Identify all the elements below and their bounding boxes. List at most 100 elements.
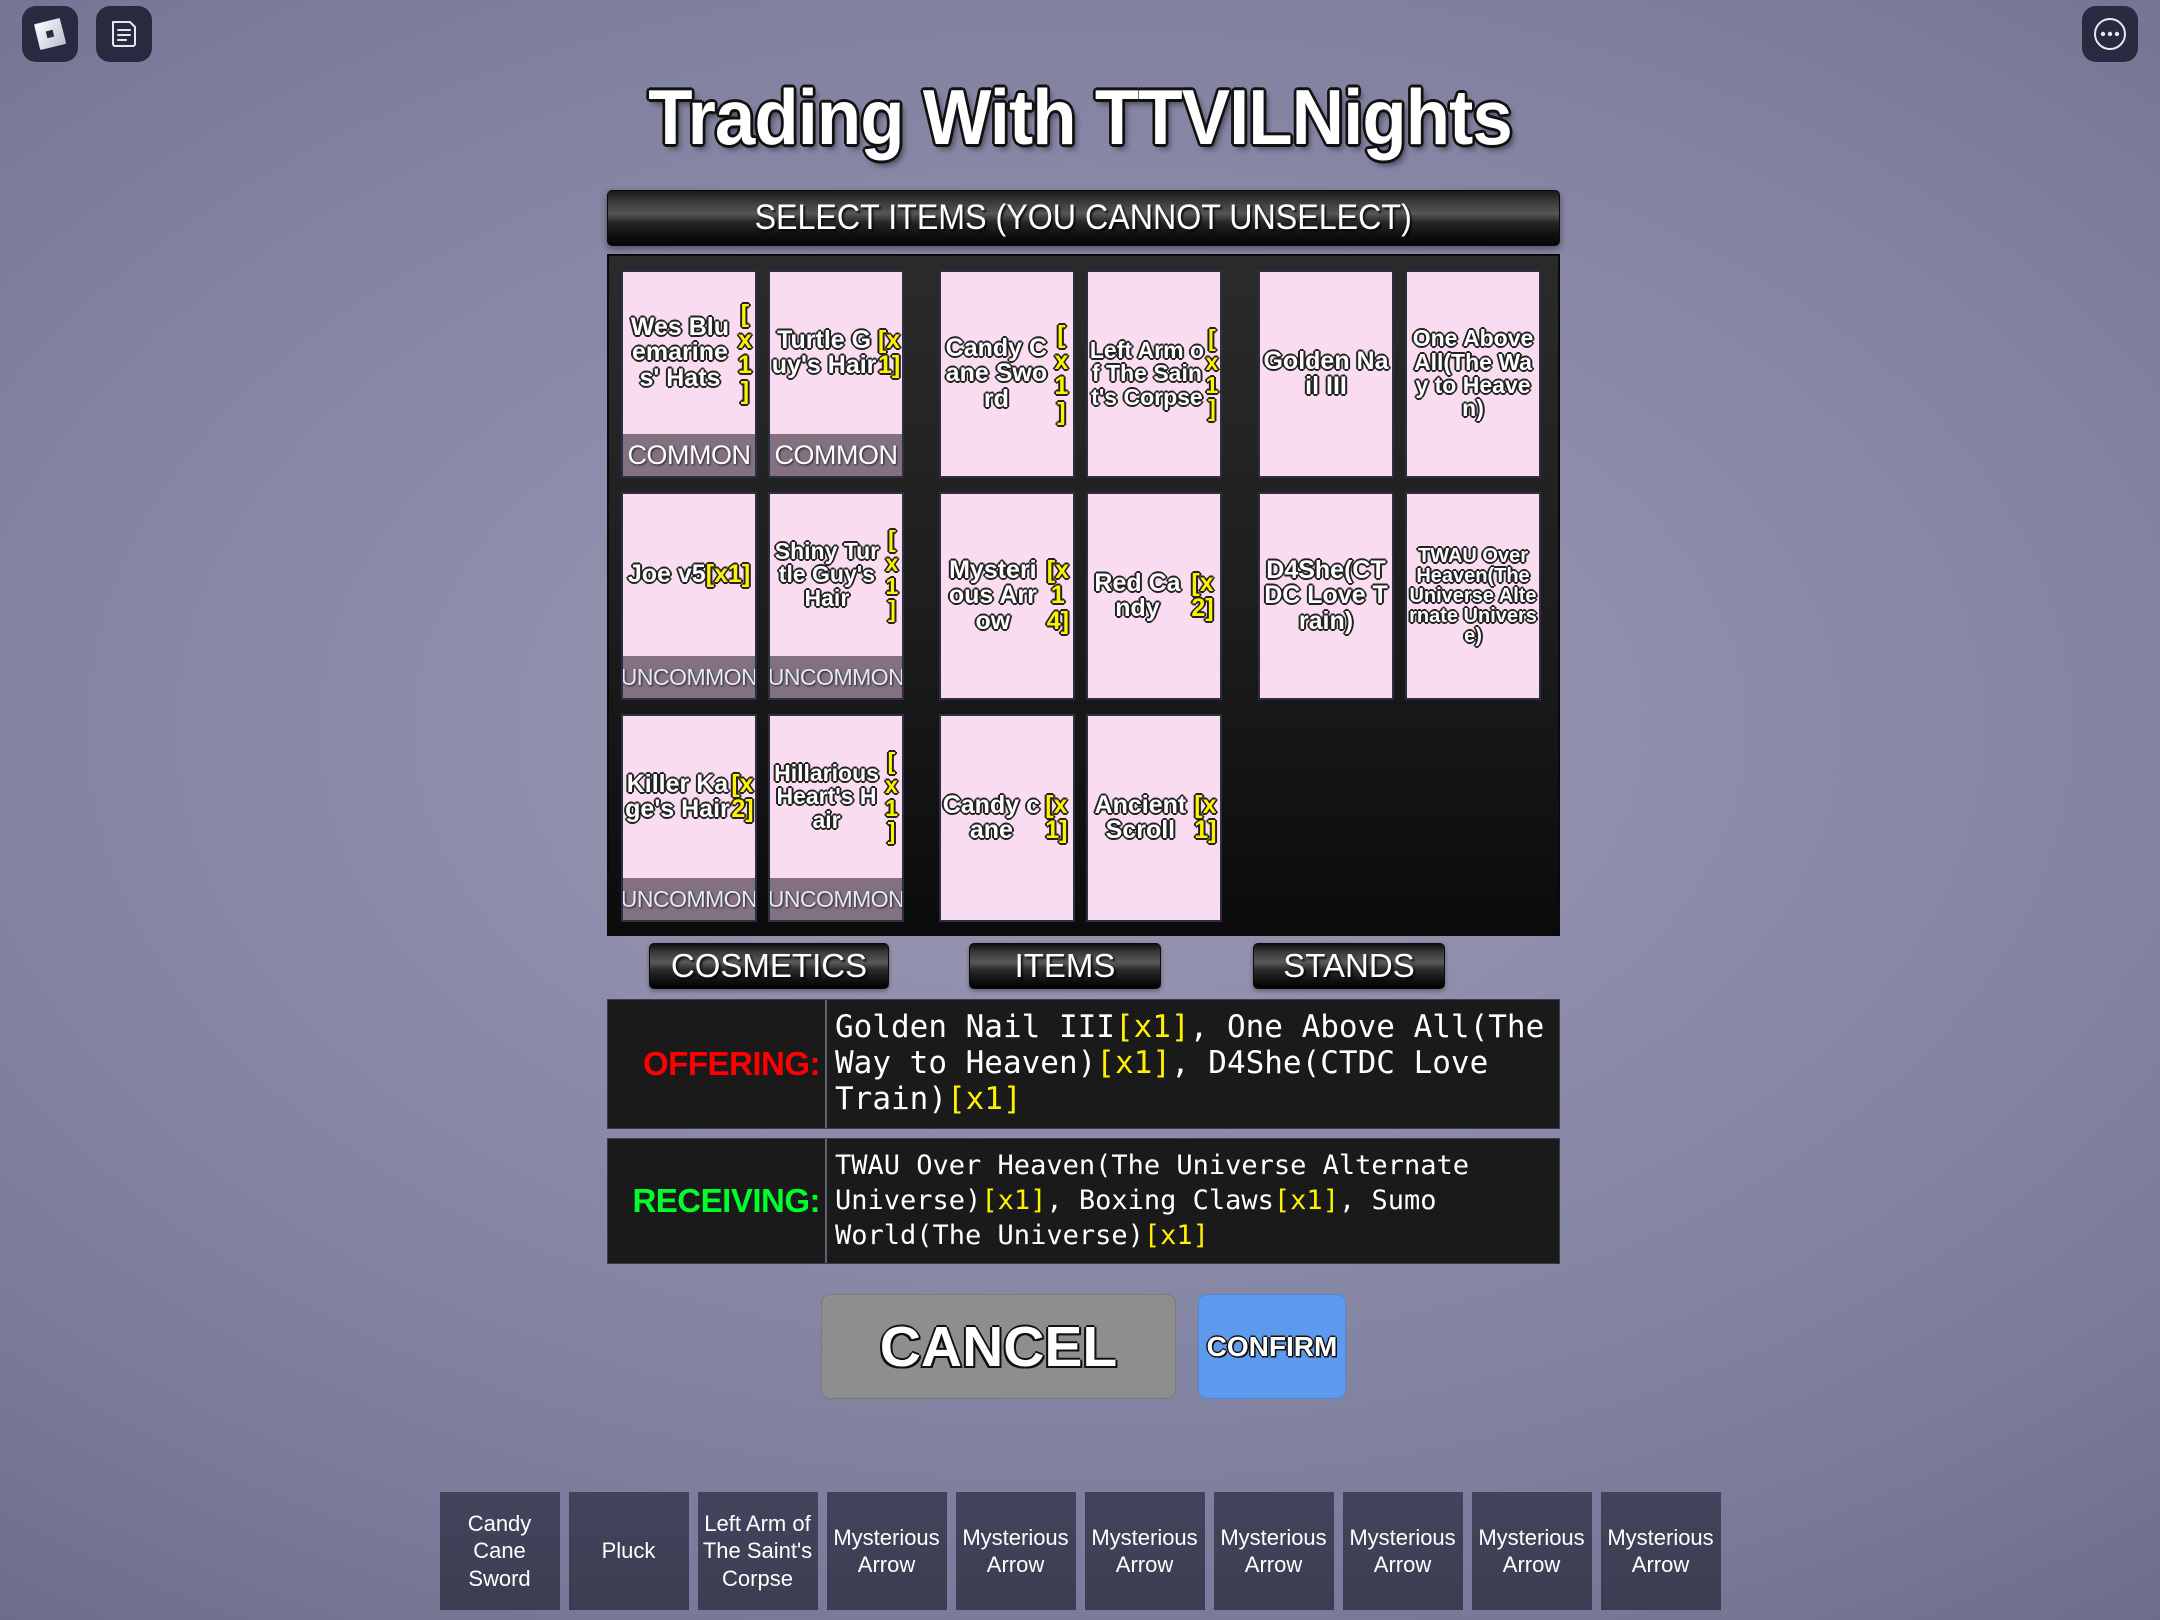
trade-item-name: Golden Nail III <box>835 1009 1115 1045</box>
inventory-row: Joe v5 [x1] UNCOMMON Shiny Turtle Guy's Hai… <box>621 492 1546 700</box>
inventory-card-name: Ancient Scroll [x1] <box>1088 716 1220 920</box>
inventory-card-name: D4She(CTDC Love Train) <box>1264 555 1388 635</box>
inventory-card-rarity: UNCOMMON <box>623 656 755 698</box>
inventory-card[interactable]: TWAU Over Heaven(The Universe Alternate … <box>1405 492 1541 700</box>
trade-panel: SELECT ITEMS (YOU CANNOT UNSELECT) Wes B… <box>607 190 1560 1400</box>
trade-quantity: [x1] <box>1273 1184 1339 1216</box>
hotbar-slot-label: Pluck <box>601 1538 656 1564</box>
inventory-card-rarity: UNCOMMON <box>770 878 902 920</box>
inventory-card[interactable]: Red Candy [x2] <box>1086 492 1222 700</box>
tab-cosmetics[interactable]: COSMETICS <box>649 943 889 989</box>
hotbar-slot[interactable]: Mysterious Arrow <box>826 1492 947 1610</box>
tab-stands-label: STANDS <box>1283 947 1415 984</box>
hotbar-slot-label: Mysterious Arrow <box>833 1524 940 1578</box>
inventory-card-quantity: [x1] <box>1045 790 1068 844</box>
chat-icon[interactable] <box>96 6 152 62</box>
category-tabs: COSMETICS ITEMS STANDS <box>607 942 1560 990</box>
inventory-card[interactable]: Left Arm of The Saint's Corpse [x1] <box>1086 270 1222 478</box>
tab-stands[interactable]: STANDS <box>1253 943 1445 989</box>
trade-quantity: [x1] <box>946 1080 1022 1117</box>
inventory-card-name: One Above All(The Way to Heaven) <box>1412 325 1534 422</box>
receiving-label: RECEIVING: <box>608 1138 827 1264</box>
inventory-row: Killer Kage's Hair [x2] UNCOMMON Hillarious… <box>621 714 1546 922</box>
hotbar-slot[interactable]: Mysterious Arrow <box>955 1492 1076 1610</box>
trade-quantity: [x1] <box>1096 1044 1171 1081</box>
cancel-button[interactable]: CANCEL <box>821 1294 1176 1400</box>
inventory-card[interactable]: Joe v5 [x1] UNCOMMON <box>621 492 757 700</box>
inventory-card-name: Hillarious Heart's Hair [x1] <box>770 716 902 878</box>
hotbar-slot-label: Mysterious Arrow <box>1220 1524 1327 1578</box>
hotbar-slot-label: Left Arm of The Saint's Corpse <box>702 1510 813 1591</box>
inventory-card[interactable]: Candy Cane Sword [x1] <box>939 270 1075 478</box>
hotbar-slot-label: Mysterious Arrow <box>962 1524 1069 1578</box>
more-options-icon[interactable] <box>2082 6 2138 62</box>
inventory-card[interactable]: Golden Nail III <box>1258 270 1394 478</box>
inventory-card-name: Wes Bluemarines' Hats [x1] <box>623 272 755 434</box>
inventory-card[interactable]: Ancient Scroll [x1] <box>1086 714 1222 922</box>
tab-items-label: ITEMS <box>1014 947 1116 984</box>
inventory-card-name: Mysterious Arrow [x14] <box>941 494 1073 698</box>
inventory-card-quantity: [x1] <box>705 560 751 589</box>
hotbar-slot[interactable]: Mysterious Arrow <box>1600 1492 1721 1610</box>
hotbar: Candy Cane Sword Pluck Left Arm of The Sai… <box>0 1492 2160 1610</box>
hotbar-slot[interactable]: Candy Cane Sword <box>439 1492 560 1610</box>
trade-item-name: , Boxing Claws <box>1046 1184 1274 1216</box>
inventory-card-name: Golden Nail III <box>1263 346 1389 400</box>
inventory-card[interactable]: Hillarious Heart's Hair [x1] UNCOMMON <box>768 714 904 922</box>
inventory-card-name: Joe v5 [x1] <box>627 560 751 589</box>
hotbar-slot[interactable]: Mysterious Arrow <box>1471 1492 1592 1610</box>
receiving-items-text: TWAU Over Heaven(The Universe Alternate … <box>827 1139 1559 1263</box>
inventory-card-quantity: [x14] <box>1046 555 1069 635</box>
inventory-card-quantity: [x2] <box>1191 568 1214 622</box>
inventory-card-quantity: [x1] <box>1194 790 1217 844</box>
receiving-panel: RECEIVING: TWAU Over Heaven(The Universe… <box>607 1137 1560 1265</box>
inventory-card-rarity: UNCOMMON <box>623 878 755 920</box>
inventory-card[interactable]: Wes Bluemarines' Hats [x1] COMMON <box>621 270 757 478</box>
tab-cosmetics-label: COSMETICS <box>670 947 868 984</box>
select-items-header-text: SELECT ITEMS (YOU CANNOT UNSELECT) <box>754 198 1413 237</box>
inventory-card[interactable]: Mysterious Arrow [x14] <box>939 492 1075 700</box>
inventory-card-quantity: [x1] <box>877 325 901 379</box>
inventory-row: Wes Bluemarines' Hats [x1] COMMON Turtle Gu… <box>621 270 1546 478</box>
inventory-card-rarity: COMMON <box>623 434 755 476</box>
topbar-left-icons <box>22 6 152 62</box>
inventory-card-name: Left Arm of The Saint's Corpse [x1] <box>1089 325 1219 422</box>
hotbar-slot-label: Mysterious Arrow <box>1607 1524 1714 1578</box>
roblox-logo-icon[interactable] <box>22 6 78 62</box>
inventory-card-name: Candy Cane Sword [x1] <box>941 272 1073 476</box>
inventory-card[interactable]: Candy cane [x1] <box>939 714 1075 922</box>
inventory-card-quantity: [x1] <box>738 300 752 405</box>
inventory-card-quantity: [x1] <box>885 526 899 623</box>
hotbar-slot[interactable]: Mysterious Arrow <box>1084 1492 1205 1610</box>
inventory-card[interactable]: Killer Kage's Hair [x2] UNCOMMON <box>621 714 757 922</box>
inventory-card-quantity: [x2] <box>731 769 754 823</box>
inventory-card-name: Red Candy [x2] <box>1088 494 1220 698</box>
inventory-card[interactable]: One Above All(The Way to Heaven) <box>1405 270 1541 478</box>
inventory-card-quantity: [x1] <box>1054 321 1069 426</box>
inventory-card-name: Shiny Turtle Guy's Hair [x1] <box>770 494 902 656</box>
hotbar-slot[interactable]: Mysterious Arrow <box>1342 1492 1463 1610</box>
offering-items-text: Golden Nail III[x1], One Above All(The W… <box>827 1000 1559 1128</box>
inventory-card[interactable]: Turtle Guy's Hair [x1] COMMON <box>768 270 904 478</box>
confirm-button[interactable]: CONFIRM <box>1198 1294 1346 1400</box>
hotbar-slot[interactable]: Pluck <box>568 1492 689 1610</box>
cancel-button-label: CANCEL <box>879 1314 1118 1379</box>
inventory-card[interactable]: Shiny Turtle Guy's Hair [x1] UNCOMMON <box>768 492 904 700</box>
offering-panel: OFFERING: Golden Nail III[x1], One Above… <box>607 999 1560 1129</box>
page-title: Trading With TTVILNights <box>648 73 1512 161</box>
confirm-button-label: CONFIRM <box>1206 1330 1338 1362</box>
inventory-card-rarity: UNCOMMON <box>770 656 902 698</box>
hotbar-slot[interactable]: Left Arm of The Saint's Corpse <box>697 1492 818 1610</box>
hotbar-slot[interactable]: Mysterious Arrow <box>1213 1492 1334 1610</box>
select-items-header: SELECT ITEMS (YOU CANNOT UNSELECT) <box>607 190 1560 246</box>
inventory-card-rarity: COMMON <box>770 434 902 476</box>
inventory-card-name: Turtle Guy's Hair [x1] <box>771 325 901 379</box>
trade-quantity: [x1] <box>1143 1219 1209 1251</box>
inventory-card-name: TWAU Over Heaven(The Universe Alternate … <box>1409 545 1537 647</box>
tab-items[interactable]: ITEMS <box>969 943 1161 989</box>
hotbar-slot-label: Mysterious Arrow <box>1478 1524 1585 1578</box>
inventory-card[interactable]: D4She(CTDC Love Train) <box>1258 492 1394 700</box>
hotbar-slot-label: Candy Cane Sword <box>467 1510 532 1591</box>
inventory-card-name: Killer Kage's Hair [x2] <box>625 769 754 823</box>
offering-label: OFFERING: <box>608 1000 827 1128</box>
